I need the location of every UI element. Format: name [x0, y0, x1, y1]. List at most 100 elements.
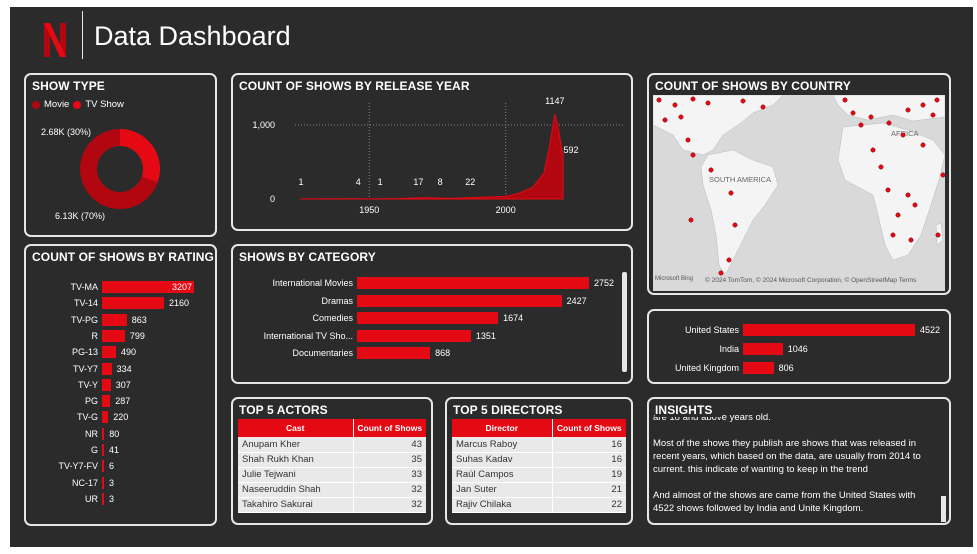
- bar-row[interactable]: TV-MA 3207: [26, 280, 194, 294]
- rating-chart[interactable]: TV-MA 3207 TV-14 2160 TV-PG 863 R 799 PG-13 490 TV…: [26, 280, 215, 520]
- table-row[interactable]: Rajiv Chilaka 22: [452, 497, 626, 513]
- map-bubble[interactable]: [908, 237, 914, 243]
- bar-row[interactable]: International TV Sho... 1351: [233, 329, 496, 343]
- bar-row[interactable]: United Kingdom 806: [649, 361, 794, 375]
- map-attribution[interactable]: © 2024 TomTom, © 2024 Microsoft Corporat…: [705, 277, 916, 284]
- bar[interactable]: [743, 362, 774, 374]
- map-bubble[interactable]: [740, 98, 746, 104]
- country-map[interactable]: SOUTH AMERICA AFRICA Microsoft Bing © 20…: [652, 94, 946, 291]
- category-scrollbar[interactable]: [622, 272, 627, 372]
- map-bubble[interactable]: [678, 114, 684, 120]
- map-bubble[interactable]: [890, 232, 896, 238]
- map-bubble[interactable]: [672, 102, 678, 108]
- map-bubble[interactable]: [760, 104, 766, 110]
- bar[interactable]: [357, 294, 562, 307]
- bar[interactable]: [102, 362, 112, 375]
- bar[interactable]: [357, 277, 589, 289]
- insights-text[interactable]: are 18 and above years old. Most of the …: [653, 411, 937, 523]
- map-bubble[interactable]: [905, 192, 911, 198]
- column-header-director[interactable]: Director: [452, 419, 553, 437]
- map-bubble[interactable]: [878, 164, 884, 170]
- bar[interactable]: [357, 312, 499, 324]
- map-bubble[interactable]: [656, 97, 662, 103]
- table-row[interactable]: Takahiro Sakurai 32: [238, 497, 426, 513]
- table-row[interactable]: Marcus Raboy 16: [452, 437, 626, 453]
- bar-row[interactable]: India 1046: [649, 342, 808, 356]
- bar-row[interactable]: R 799: [26, 329, 145, 343]
- country-bar-chart[interactable]: United States 4522 India 1046 United Kingdom…: [649, 323, 949, 382]
- map-bubble[interactable]: [934, 97, 940, 103]
- bar-row[interactable]: Documentaries 868: [233, 346, 450, 360]
- map-bubble[interactable]: [920, 142, 926, 148]
- table-row[interactable]: Suhas Kadav 16: [452, 452, 626, 468]
- map-bubble[interactable]: [905, 107, 911, 113]
- bar-row[interactable]: TV-Y7 334: [26, 362, 132, 376]
- bar-row[interactable]: United States 4522: [649, 323, 940, 337]
- bar[interactable]: [743, 343, 783, 355]
- column-header-count[interactable]: Count of Shows: [353, 419, 426, 437]
- donut-slice-tvshow[interactable]: [120, 129, 160, 183]
- table-row[interactable]: Shah Rukh Khan 35: [238, 452, 426, 468]
- bar-row[interactable]: TV-Y7-FV 6: [26, 459, 114, 473]
- map-bubble[interactable]: [708, 167, 714, 173]
- bar-row[interactable]: Dramas 2427: [233, 294, 587, 308]
- column-header-cast[interactable]: Cast: [238, 419, 354, 437]
- map-bubble[interactable]: [858, 122, 864, 128]
- map-bubble[interactable]: [886, 120, 892, 126]
- bar-row[interactable]: NR 80: [26, 427, 119, 441]
- map-bubble[interactable]: [920, 102, 926, 108]
- map-bubble[interactable]: [885, 187, 891, 193]
- map-bubble[interactable]: [935, 232, 941, 238]
- bar-row[interactable]: TV-14 2160: [26, 296, 189, 310]
- bar[interactable]: 3207: [102, 281, 194, 293]
- release-year-chart[interactable]: 1,000 0 1950 2000 1 4 1 17 8 22 1147 592: [233, 75, 631, 229]
- table-row[interactable]: Jan Suter 21: [452, 482, 626, 498]
- table-row[interactable]: Anupam Kher 43: [238, 437, 426, 453]
- bar-row[interactable]: TV-PG 863: [26, 313, 147, 327]
- map-bubble[interactable]: [728, 190, 734, 196]
- map-bubble[interactable]: [732, 222, 738, 228]
- map-bubble[interactable]: [685, 137, 691, 143]
- bar-row[interactable]: UR 3: [26, 492, 114, 506]
- map-bubble[interactable]: [705, 100, 711, 106]
- column-header-count[interactable]: Count of Shows: [552, 419, 626, 437]
- map-bubble[interactable]: [842, 97, 848, 103]
- category-chart[interactable]: International Movies 2752 Dramas 2427 Comedi…: [233, 276, 623, 376]
- map-bubble[interactable]: [726, 257, 732, 263]
- bar[interactable]: [102, 346, 117, 359]
- map-bubble[interactable]: [930, 112, 936, 118]
- map-bubble[interactable]: [688, 217, 694, 223]
- bar-row[interactable]: Comedies 1674: [233, 311, 523, 325]
- bar-row[interactable]: PG 287: [26, 394, 130, 408]
- table-row[interactable]: Raúl Campos 19: [452, 467, 626, 483]
- map-bubble[interactable]: [868, 114, 874, 120]
- map-bubble[interactable]: [690, 152, 696, 158]
- bar-row[interactable]: TV-Y 307: [26, 378, 131, 392]
- bar-row[interactable]: TV-G 220: [26, 410, 128, 424]
- bar-row[interactable]: International Movies 2752: [233, 276, 614, 290]
- map-bubble[interactable]: [870, 147, 876, 153]
- map-bubble[interactable]: [718, 270, 724, 276]
- show-type-legend[interactable]: Movie TV Show: [32, 99, 124, 110]
- map-bubble[interactable]: [690, 96, 696, 102]
- release-year-area[interactable]: [300, 114, 564, 200]
- bar[interactable]: [102, 395, 111, 408]
- bar[interactable]: [102, 378, 111, 391]
- insights-scrollbar[interactable]: [941, 496, 946, 522]
- bar-row[interactable]: PG-13 490: [26, 345, 136, 359]
- map-bubble[interactable]: [940, 172, 945, 178]
- bar[interactable]: [743, 324, 915, 336]
- map-bubble[interactable]: [895, 212, 901, 218]
- bar[interactable]: [102, 313, 127, 326]
- map-bubble[interactable]: [850, 110, 856, 116]
- bar[interactable]: [102, 297, 164, 310]
- table-row[interactable]: Naseeruddin Shah 32: [238, 482, 426, 498]
- map-bubble[interactable]: [900, 132, 906, 138]
- map-bubble[interactable]: [912, 202, 918, 208]
- show-type-donut[interactable]: [79, 128, 161, 210]
- bar-row[interactable]: NC-17 3: [26, 476, 114, 490]
- table-row[interactable]: Julie Tejwani 33: [238, 467, 426, 483]
- bar-row[interactable]: G 41: [26, 443, 119, 457]
- bar[interactable]: [102, 329, 125, 342]
- bar[interactable]: [357, 347, 431, 359]
